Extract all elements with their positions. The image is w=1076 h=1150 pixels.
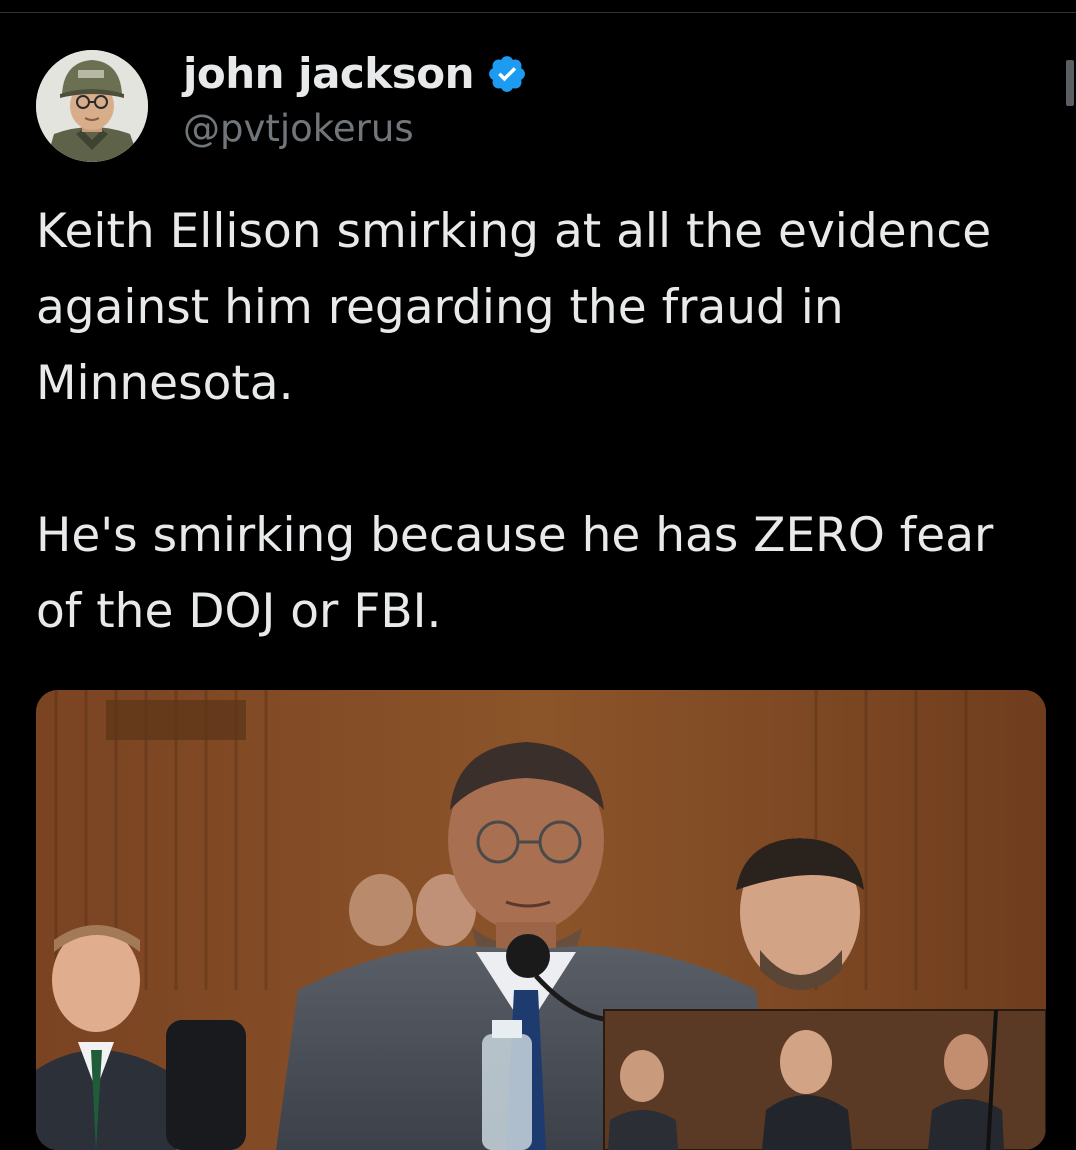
top-divider — [0, 12, 1076, 13]
tweet-text: Keith Ellison smirking at all the eviden… — [36, 194, 1036, 650]
tweet-media-photo[interactable] — [36, 690, 1046, 1150]
hearing-photo-icon — [36, 690, 1046, 1150]
tweet-paragraph-1: Keith Ellison smirking at all the eviden… — [36, 204, 992, 411]
verified-badge-icon — [489, 56, 525, 92]
author-avatar[interactable] — [36, 50, 148, 162]
author-display-name[interactable]: john jackson — [183, 46, 475, 102]
soldier-helmet-avatar-icon — [36, 50, 148, 162]
author-block: john jackson @pvtjokerus — [183, 46, 528, 152]
tweet-paragraph-2: He's smirking because he has ZERO fear o… — [36, 508, 994, 639]
scrollbar[interactable] — [1066, 60, 1074, 106]
author-handle[interactable]: @pvtjokerus — [183, 106, 528, 152]
name-row: john jackson — [183, 46, 528, 102]
